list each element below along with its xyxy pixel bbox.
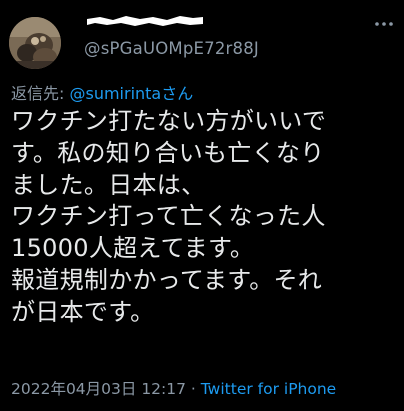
tweet-line: 報道規制かかってます。それ: [11, 265, 323, 294]
tweet-line: 15000人超えてます。: [11, 234, 255, 263]
more-button[interactable]: [370, 10, 398, 38]
author-handle[interactable]: @sPGaUOMpE72r88J: [84, 39, 259, 58]
source-link[interactable]: Twitter for iPhone: [201, 380, 336, 398]
more-horizontal-icon: [375, 22, 393, 26]
avatar[interactable]: [9, 17, 61, 69]
tweet-meta: 2022年04月03日 12:17 · Twitter for iPhone: [11, 377, 336, 399]
tweet-line: ました。日本は、: [11, 170, 206, 199]
reply-context: 返信先: @sumirintaさん: [11, 80, 193, 104]
timestamp-link[interactable]: 2022年04月03日 12:17: [11, 380, 186, 398]
reply-suffix: さん: [161, 84, 194, 103]
display-name[interactable]: [85, 13, 205, 29]
tweet-line: が日本です。: [11, 297, 155, 326]
meta-separator: ·: [186, 380, 201, 398]
reply-user-link[interactable]: @sumirinta: [69, 84, 161, 103]
tweet-text: ワクチン打たない方がいいで す。私の知り合いも亡くなり ました。日本は、 ワクチ…: [11, 106, 403, 329]
tweet-line: ワクチン打って亡くなった人: [11, 202, 326, 231]
reply-label: 返信先:: [11, 84, 70, 103]
avatar-image: [9, 17, 61, 69]
tweet-line: す。私の知り合いも亡くなり: [11, 138, 325, 167]
redacted-name-scribble: [87, 16, 203, 26]
tweet-line: ワクチン打たない方がいいで: [11, 107, 327, 135]
